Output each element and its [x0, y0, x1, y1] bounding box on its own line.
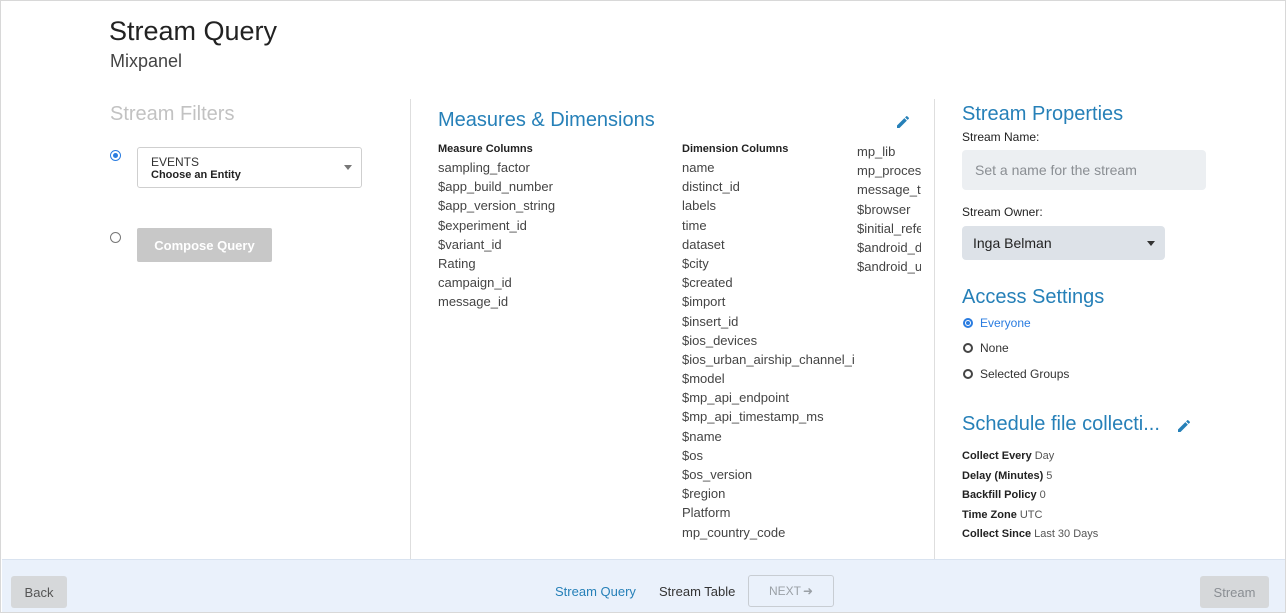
stream-name-label: Stream Name:	[962, 130, 1040, 144]
dimension-column-item: message_ty	[857, 182, 921, 198]
measure-column-item: $experiment_id	[438, 217, 527, 233]
dimension-column-item: labels	[682, 198, 716, 214]
dimension-column-item: mp_lib	[857, 144, 896, 159]
back-button[interactable]: Back	[11, 576, 67, 608]
radio-icon	[963, 369, 973, 379]
schedule-time-zone: Time Zone UTC	[962, 509, 1042, 521]
dimension-column-item: $android_u	[857, 259, 921, 275]
stream-name-input[interactable]	[962, 150, 1206, 190]
schedule-value: Last 30 Days	[1034, 528, 1099, 540]
schedule-value: UTC	[1019, 509, 1043, 521]
edit-measures-icon[interactable]	[895, 114, 911, 130]
dimension-column-item: dataset	[682, 236, 725, 252]
dimension-column-item: $mp_api_timestamp_ms	[682, 409, 824, 425]
schedule-title: Schedule file collecti...	[962, 413, 1160, 435]
step-stream-query[interactable]: Stream Query	[555, 584, 636, 599]
access-option-label: Everyone	[980, 316, 1031, 330]
column-divider	[410, 99, 411, 559]
stream-owner-label: Stream Owner:	[962, 205, 1043, 219]
dimension-columns-header: Dimension Columns	[682, 143, 789, 155]
next-button[interactable]: NEXT ➜	[748, 575, 834, 607]
page-title: Stream Query	[109, 16, 278, 46]
caret-down-icon	[1147, 241, 1155, 246]
dimension-column-item: mp_process	[857, 163, 921, 179]
dimension-column-item: $name	[682, 428, 722, 444]
schedule-label: Collect Every	[962, 450, 1032, 462]
dimension-column-item: $os	[682, 447, 703, 463]
entity-radio[interactable]	[110, 150, 121, 161]
schedule-collect-since: Collect Since Last 30 Days	[962, 528, 1098, 540]
schedule-value: Day	[1034, 450, 1055, 462]
measure-column-item: campaign_id	[438, 275, 512, 291]
dimension-column-item: $os_version	[682, 467, 753, 482]
schedule-label: Backfill Policy	[962, 489, 1037, 501]
column-divider	[934, 99, 935, 559]
dimension-column-item: $created	[682, 275, 733, 291]
measure-column-item: sampling_factor	[438, 160, 530, 175]
radio-selected-icon	[963, 318, 973, 328]
dimension-column-item: $browser	[857, 201, 911, 217]
measure-column-item: $app_build_number	[438, 179, 553, 195]
dimension-column-item: distinct_id	[682, 179, 740, 195]
schedule-label: Time Zone	[962, 509, 1017, 521]
stream-button[interactable]: Stream	[1200, 576, 1269, 608]
dimension-column-item: $insert_id	[682, 313, 739, 329]
access-option-label: None	[980, 341, 1009, 355]
dimension-column-item: time	[682, 217, 707, 233]
wizard-footer: Back Stream Query Stream Table NEXT ➜ St…	[2, 559, 1285, 612]
radio-icon	[963, 343, 973, 353]
schedule-value: 5	[1046, 470, 1053, 482]
measure-column-item: $app_version_string	[438, 198, 556, 214]
caret-down-icon	[344, 165, 352, 170]
measures-dimensions-title: Measures & Dimensions	[438, 109, 655, 131]
next-button-label: NEXT	[768, 584, 801, 598]
stream-owner-select[interactable]: Inga Belman	[962, 226, 1165, 260]
dimension-column-item: $ios_devices	[682, 332, 758, 348]
schedule-backfill-policy: Backfill Policy 0	[962, 489, 1046, 501]
access-option-label: Selected Groups	[980, 367, 1070, 381]
dimension-column-item: $model	[682, 371, 725, 387]
schedule-collect-every: Collect Every Day	[962, 450, 1054, 462]
measure-columns-header: Measure Columns	[438, 143, 533, 155]
dimension-column-item: mp_country_code	[682, 524, 786, 540]
dimension-column-item: Platform	[682, 505, 731, 521]
page-subtitle: Mixpanel	[110, 51, 183, 71]
compose-query-radio[interactable]	[110, 232, 121, 243]
compose-query-button[interactable]: Compose Query	[137, 228, 272, 262]
schedule-label: Collect Since	[962, 528, 1032, 540]
dimension-columns-list-2: mp_lib mp_process message_ty $browser $initi…	[857, 142, 921, 276]
dimension-column-item: $city	[682, 255, 709, 271]
dimension-columns-list: name distinct_idlabels time dataset $city $cr…	[682, 158, 854, 542]
stream-query-page: Stream Query Mixpanel Stream Filters EVE…	[0, 0, 1286, 613]
entity-select-value: Choose an Entity	[151, 169, 241, 181]
stream-properties-title: Stream Properties	[962, 103, 1124, 125]
dimension-column-item: $region	[682, 486, 726, 502]
dimension-column-item: $android_de	[857, 239, 921, 255]
schedule-delay: Delay (Minutes) 5	[962, 470, 1052, 482]
edit-schedule-icon[interactable]	[1176, 418, 1192, 434]
measure-column-item: Rating	[438, 255, 476, 271]
measure-columns-list: sampling_factor $app_build_number $app_ver…	[438, 158, 668, 312]
dimension-column-item: $ios_urban_airship_channel_id	[682, 351, 854, 367]
arrow-right-icon: ➜	[802, 584, 814, 598]
dimension-column-item: $mp_api_endpoint	[682, 390, 789, 406]
stream-filters-title: Stream Filters	[110, 103, 235, 125]
dimension-column-item: $import	[682, 294, 726, 310]
stream-owner-value: Inga Belman	[973, 235, 1052, 251]
measure-column-item: $variant_id	[438, 236, 502, 252]
schedule-label: Delay (Minutes)	[962, 470, 1044, 482]
entity-select[interactable]: EVENTS Choose an Entity	[137, 147, 362, 188]
dimension-column-item: name	[682, 160, 715, 175]
dimension-column-item: $initial_refe	[857, 220, 921, 236]
step-stream-table[interactable]: Stream Table	[659, 584, 735, 599]
access-settings-title: Access Settings	[962, 286, 1105, 308]
measure-column-item: message_id	[438, 294, 509, 310]
entity-select-label: EVENTS	[151, 155, 200, 169]
schedule-value: 0	[1039, 489, 1046, 501]
